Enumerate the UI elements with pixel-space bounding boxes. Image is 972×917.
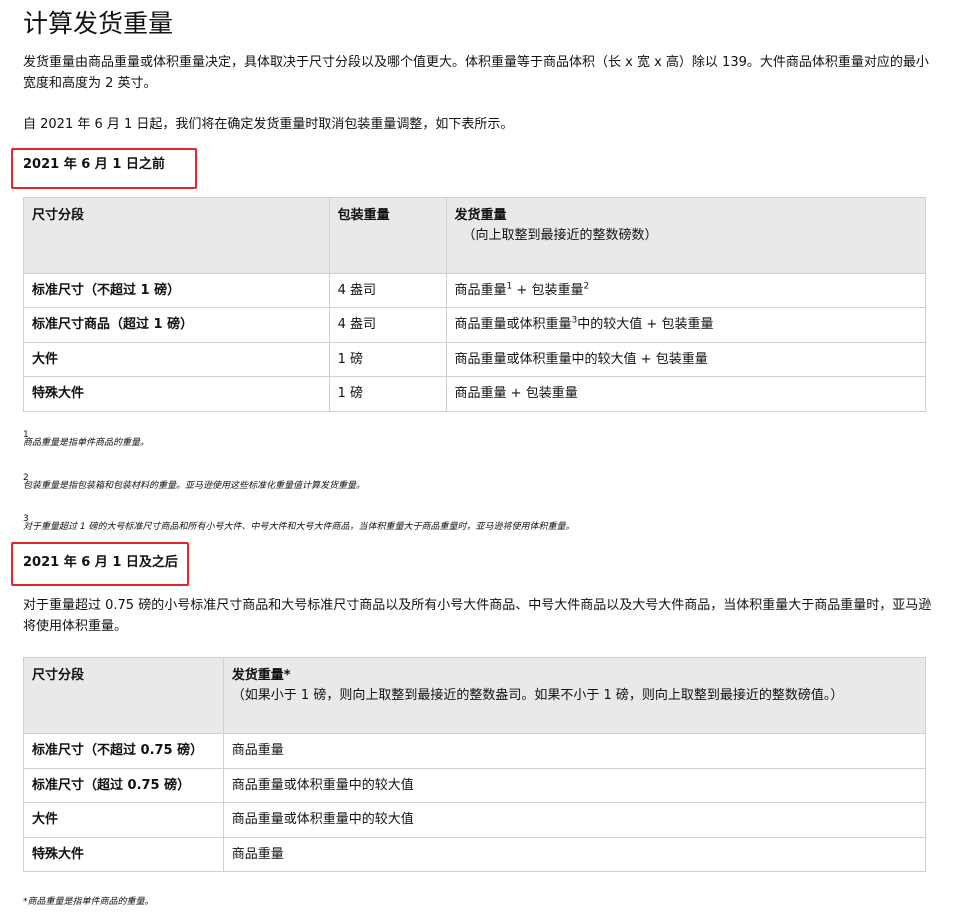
header-size-tier: 尺寸分段	[23, 197, 330, 274]
table-row: 标准尺寸（不超过 1 磅） 4 盎司 商品重量1 + 包装重量2	[23, 273, 927, 308]
section-heading-after: 2021 年 6 月 1 日及之后	[23, 555, 178, 570]
footnote-ref: 2	[583, 281, 590, 292]
cell-shipping-weight: 商品重量或体积重量中的较大值 + 包装重量	[445, 342, 927, 377]
table-row: 标准尺寸（不超过 0.75 磅） 商品重量	[23, 733, 927, 769]
cell-shipping-weight: 商品重量	[222, 733, 927, 769]
header-shipping-weight-label: 发货重量	[454, 208, 507, 223]
cell-text: 商品重量或体积重量	[454, 317, 572, 332]
footnote-number: 1	[23, 430, 29, 440]
footnote-text: 商品重量是指单件商品的重量。	[23, 438, 150, 448]
table-row: 大件 商品重量或体积重量中的较大值	[23, 802, 927, 838]
intro-paragraph: 发货重量由商品重量或体积重量决定，具体取决于尺寸分段以及哪个值更大。体积重量等于…	[23, 55, 929, 91]
cell-tier: 大件	[23, 802, 224, 838]
footnote-number: 2	[23, 473, 29, 483]
after-note: 对于重量超过 0.75 磅的小号标准尺寸商品和大号标准尺寸商品以及所有小号大件商…	[23, 598, 932, 634]
header-shipping-weight-sub: （如果小于 1 磅，则向上取整到最接近的整数盎司。如果不小于 1 磅，则向上取整…	[231, 688, 844, 703]
header-shipping-weight-sub: （向上取整到最接近的整数磅数）	[462, 228, 658, 243]
cell-tier: 标准尺寸商品（超过 1 磅）	[23, 307, 330, 343]
header-shipping-weight: 发货重量 （向上取整到最接近的整数磅数）	[445, 197, 927, 274]
table-before: 尺寸分段 包装重量 发货重量 （向上取整到最接近的整数磅数） 标准尺寸（不超过 …	[23, 197, 927, 412]
table-row: 大件 1 磅 商品重量或体积重量中的较大值 + 包装重量	[23, 342, 927, 377]
table-row: 特殊大件 商品重量	[23, 837, 927, 872]
footnote-after: *商品重量是指单件商品的重量。	[23, 897, 154, 907]
cell-package-weight: 4 盎司	[328, 307, 447, 343]
table-after: 尺寸分段 发货重量* （如果小于 1 磅，则向上取整到最接近的整数盎司。如果不小…	[23, 657, 927, 872]
cell-text: 商品重量	[454, 282, 507, 298]
table-row: 特殊大件 1 磅 商品重量 + 包装重量	[23, 376, 927, 412]
cell-tier: 标准尺寸（不超过 0.75 磅）	[23, 733, 224, 769]
cell-tier: 标准尺寸（不超过 1 磅）	[23, 273, 330, 308]
cell-package-weight: 1 磅	[328, 342, 447, 377]
change-note: 自 2021 年 6 月 1 日起，我们将在确定发货重量时取消包装重量调整，如下…	[23, 117, 514, 132]
cell-text: 中的较大值 + 包装重量	[577, 317, 714, 332]
footnote-text: 对于重量超过 1 磅的大号标准尺寸商品和所有小号大件、中号大件和大号大件商品，当…	[23, 522, 575, 532]
table-row: 标准尺寸（超过 0.75 磅） 商品重量或体积重量中的较大值	[23, 768, 927, 803]
cell-shipping-weight: 商品重量或体积重量中的较大值	[222, 802, 927, 838]
cell-tier: 标准尺寸（超过 0.75 磅）	[23, 768, 224, 803]
section-heading-before: 2021 年 6 月 1 日之前	[23, 157, 165, 172]
header-package-weight: 包装重量	[328, 197, 447, 274]
cell-shipping-weight: 商品重量	[222, 837, 927, 872]
page: 计算发货重量 发货重量由商品重量或体积重量决定，具体取决于尺寸分段以及哪个值更大…	[0, 0, 972, 917]
cell-shipping-weight: 商品重量或体积重量3中的较大值 + 包装重量	[445, 307, 927, 343]
cell-package-weight: 1 磅	[328, 376, 447, 412]
page-title: 计算发货重量	[23, 9, 174, 38]
cell-package-weight: 4 盎司	[328, 273, 447, 308]
footnote-number: 3	[23, 514, 29, 524]
footnote-2: 2 包装重量是指包装箱和包装材料的重量。亚马逊使用这些标准化重量值计算发货重量。	[23, 472, 365, 492]
header-shipping-weight: 发货重量* （如果小于 1 磅，则向上取整到最接近的整数盎司。如果不小于 1 磅…	[222, 657, 927, 734]
footnote-text: 包装重量是指包装箱和包装材料的重量。亚马逊使用这些标准化重量值计算发货重量。	[23, 481, 366, 491]
footnote-3: 3 对于重量超过 1 磅的大号标准尺寸商品和所有小号大件、中号大件和大号大件商品…	[23, 513, 574, 533]
header-size-tier: 尺寸分段	[23, 657, 224, 734]
table-row: 标准尺寸商品（超过 1 磅） 4 盎司 商品重量或体积重量3中的较大值 + 包装…	[23, 307, 927, 343]
cell-tier: 特殊大件	[23, 376, 330, 412]
footnote-1: 1 商品重量是指单件商品的重量。	[23, 429, 149, 449]
cell-shipping-weight: 商品重量1 + 包装重量2	[445, 273, 927, 308]
cell-tier: 特殊大件	[23, 837, 224, 872]
header-shipping-weight-label: 发货重量*	[231, 668, 291, 683]
table-header-row: 尺寸分段 包装重量 发货重量 （向上取整到最接近的整数磅数）	[23, 197, 927, 274]
cell-tier: 大件	[23, 342, 330, 377]
cell-shipping-weight: 商品重量 + 包装重量	[445, 376, 927, 412]
cell-shipping-weight: 商品重量或体积重量中的较大值	[222, 768, 927, 803]
table-header-row: 尺寸分段 发货重量* （如果小于 1 磅，则向上取整到最接近的整数盎司。如果不小…	[23, 657, 927, 734]
cell-text: + 包装重量	[512, 282, 584, 298]
